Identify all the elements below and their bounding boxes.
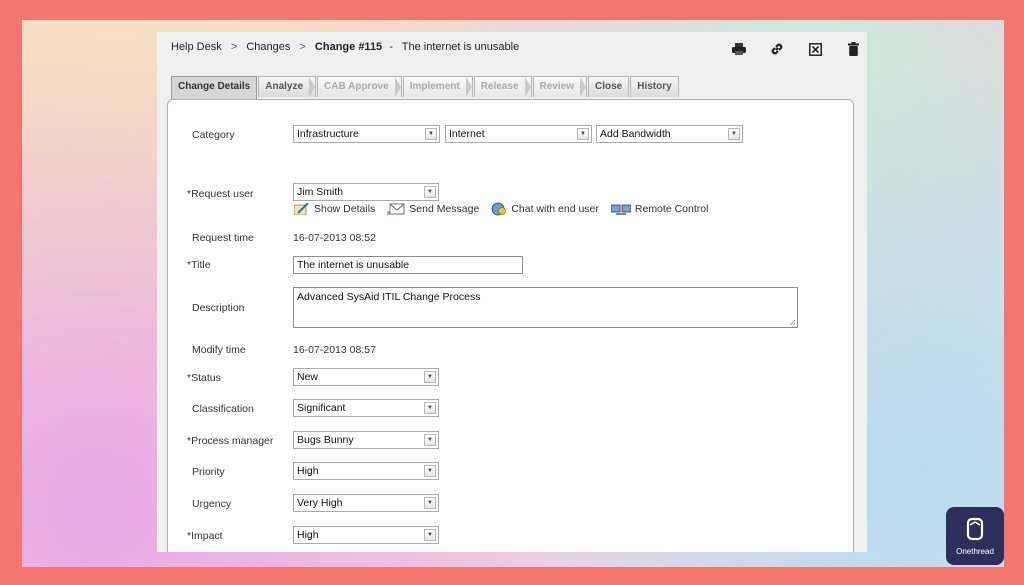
process-manager-label: *Process manager [187,435,274,447]
request-user-select[interactable]: Jim Smith ▼ [293,183,439,201]
description-label: Description [192,302,245,314]
remote-control-link[interactable]: Remote Control [610,202,708,216]
tab-change-details[interactable]: Change Details [171,76,258,99]
chevron-down-icon: ▼ [424,529,436,541]
description-textarea[interactable]: Advanced SysAid ITIL Change Process [293,287,798,328]
priority-value: High [297,465,319,477]
chevron-down-icon: ▼ [424,497,436,509]
category-select-3-value: Add Bandwidth [600,128,671,140]
category-select-2-value: Internet [449,128,485,140]
chevron-down-icon: ▼ [424,402,436,414]
chevron-down-icon: ▼ [577,128,589,140]
breadcrumb-separator: > [230,41,238,53]
priority-select[interactable]: High ▼ [293,462,439,480]
notepad-pencil-icon [294,203,309,215]
urgency-label: Urgency [192,498,232,510]
remote-control-icon [610,204,631,215]
breadcrumb-current-change: Change #115 [314,41,383,53]
breadcrumb-changes[interactable]: Changes [246,41,290,53]
chevron-down-icon: ▼ [424,434,436,446]
priority-label: Priority [192,466,225,478]
process-manager-select[interactable]: Bugs Bunny ▼ [293,431,439,449]
classification-value: Significant [297,402,346,414]
chevron-down-icon: ▼ [728,128,740,140]
category-label: Category [192,129,235,141]
link-icon[interactable] [769,41,785,57]
tab-cab-approve: CAB Approve [317,76,402,97]
tab-close[interactable]: Close [587,76,630,97]
modify-time-label: Modify time [192,344,246,356]
breadcrumb-separator: > [299,41,306,53]
classification-label: Classification [192,403,254,415]
chevron-down-icon: ▼ [424,186,436,198]
classification-select[interactable]: Significant ▼ [293,399,439,417]
top-bar: Help Desk > Changes > Change #115 - The … [157,32,867,68]
show-details-link[interactable]: Show Details [294,202,375,216]
category-select-1-value: Infrastructure [297,128,359,140]
chat-link[interactable]: Chat with end user [491,202,599,216]
onethread-logo-icon [966,517,984,541]
breadcrumb-change-title: The internet is unusable [401,41,520,53]
tab-bar: Change Details Analyze CAB Approve Imple… [171,76,680,99]
tab-history[interactable]: History [630,76,679,97]
resize-grip-icon [789,319,796,326]
onethread-logo-text: Onethread [956,547,994,556]
chevron-down-icon: ▼ [424,465,436,477]
trash-icon[interactable] [845,41,861,57]
description-value: Advanced SysAid ITIL Change Process [297,291,481,303]
tab-implement: Implement [402,76,473,97]
tab-analyze[interactable]: Analyze [258,76,317,97]
category-select-3[interactable]: Add Bandwidth ▼ [596,125,743,143]
chat-user-icon [491,202,507,216]
process-manager-value: Bugs Bunny [297,434,354,446]
impact-value: High [297,529,319,541]
change-details-panel: Category Infrastructure ▼ Internet ▼ Add… [167,99,854,552]
request-time-label: Request time [192,232,254,244]
status-select[interactable]: New ▼ [293,368,439,386]
status-label: *Status [187,372,221,384]
tab-release: Release [473,76,532,97]
status-value: New [297,371,319,383]
breadcrumb: Help Desk > Changes > Change #115 - The … [171,41,525,53]
close-box-icon[interactable] [807,41,823,57]
envelope-icon [387,203,405,215]
urgency-value: Very High [297,497,343,509]
tab-review: Review [532,76,587,97]
modify-time-value: 16-07-2013 08:57 [293,344,376,356]
impact-select[interactable]: High ▼ [293,526,439,544]
impact-label: *Impact [187,530,223,542]
request-user-value: Jim Smith [297,186,344,198]
breadcrumb-dash: - [389,41,393,53]
title-input[interactable]: The internet is unusable [293,256,523,274]
onethread-logo: Onethread [946,507,1004,565]
chevron-down-icon: ▼ [425,128,437,140]
toolbar [731,41,861,57]
title-label: *Title [187,259,211,271]
helpdesk-window: Help Desk > Changes > Change #115 - The … [157,32,867,552]
request-time-value: 16-07-2013 08:52 [293,232,376,244]
category-select-1[interactable]: Infrastructure ▼ [293,125,440,143]
category-select-2[interactable]: Internet ▼ [445,125,592,143]
print-icon[interactable] [731,41,747,57]
user-actions: Show Details Send Message Chat with end … [294,202,708,216]
urgency-select[interactable]: Very High ▼ [293,494,439,512]
send-message-link[interactable]: Send Message [387,202,479,216]
breadcrumb-helpdesk[interactable]: Help Desk [171,41,222,53]
chevron-down-icon: ▼ [424,371,436,383]
request-user-label: *Request user [187,188,254,200]
